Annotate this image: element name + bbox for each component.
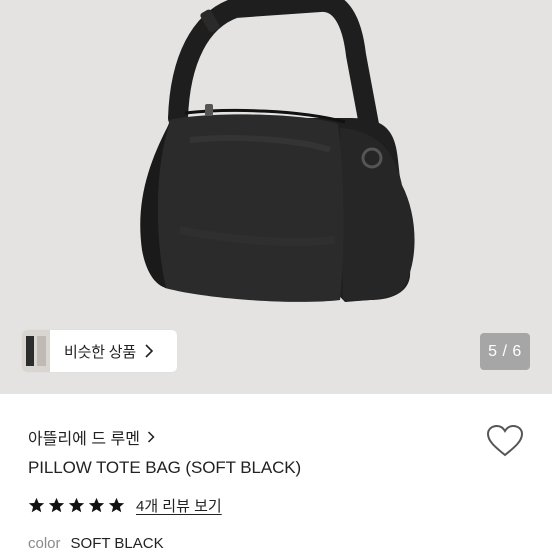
star-icon [88, 497, 105, 513]
similar-products-label: 비슷한 상품 [64, 343, 136, 361]
color-option-row: color SOFT BLACK [28, 535, 164, 552]
color-value: SOFT BLACK [70, 535, 164, 552]
color-label: color [28, 535, 61, 552]
image-counter: 5 / 6 [480, 333, 530, 370]
similar-products-button[interactable]: 비슷한 상품 [22, 330, 177, 372]
product-title: PILLOW TOTE BAG (SOFT BLACK) [28, 458, 302, 477]
chevron-right-icon [145, 344, 154, 358]
reviews-link[interactable]: 4개 리뷰 보기 [136, 495, 222, 516]
chevron-right-icon [147, 431, 155, 443]
star-rating [28, 497, 128, 514]
product-image-gallery[interactable]: 비슷한 상품 5 / 6 [0, 0, 552, 394]
heart-icon[interactable] [486, 424, 524, 458]
star-icon [68, 497, 85, 513]
similar-product-thumbnail [22, 330, 50, 372]
star-icon [48, 497, 65, 513]
rating-row: 4개 리뷰 보기 [28, 495, 222, 516]
brand-name: 아뜰리에 드 루멘 [28, 431, 140, 448]
star-icon [28, 497, 45, 513]
star-icon [108, 497, 125, 513]
brand-link[interactable]: 아뜰리에 드 루멘 [28, 425, 155, 449]
